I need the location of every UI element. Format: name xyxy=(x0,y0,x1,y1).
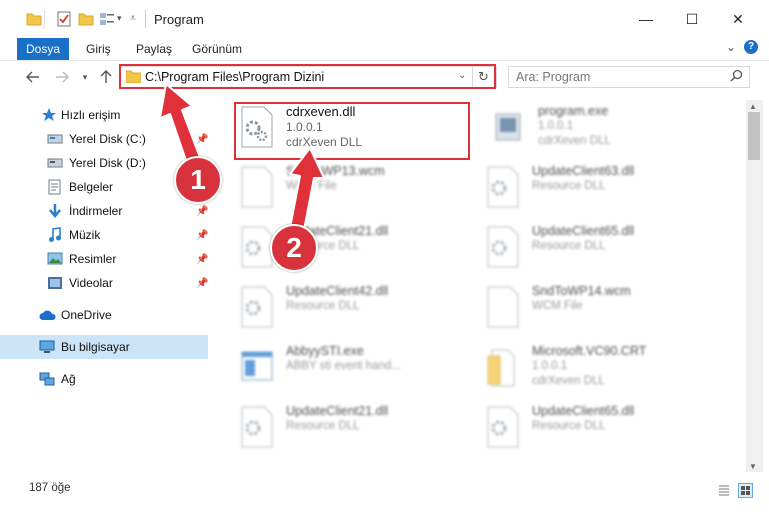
callout-one: 1 xyxy=(174,156,222,204)
callout-two: 2 xyxy=(270,224,318,272)
arrow-two xyxy=(289,147,325,231)
callout-arrows xyxy=(159,83,325,231)
